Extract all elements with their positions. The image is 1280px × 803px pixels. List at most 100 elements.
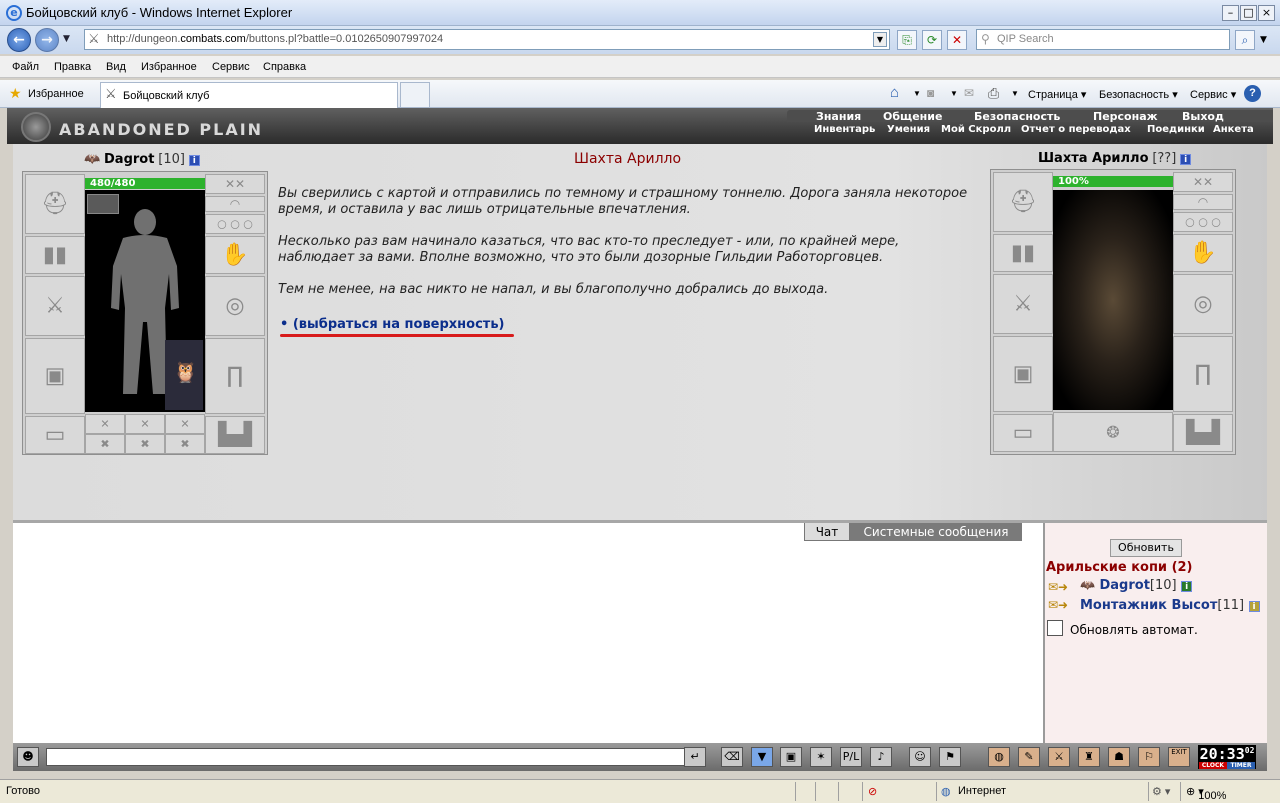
smiles-icon[interactable]: ☺ [909, 747, 931, 767]
slot-rune-3[interactable]: ✖ [165, 434, 205, 454]
menu-help[interactable]: Справка [263, 61, 306, 73]
help-icon[interactable]: ? [1244, 85, 1261, 102]
user-info-icon[interactable]: i [1248, 601, 1260, 612]
slot-boots[interactable]: ▙▟ [205, 416, 265, 454]
safety-menu[interactable]: Безопасность ▾ [1099, 88, 1178, 101]
slot-weapon[interactable]: ⚔ [25, 276, 85, 336]
slot-spell-2[interactable]: ✕ [125, 414, 165, 434]
tab-active[interactable]: ⚔ Бойцовский клуб [100, 82, 398, 108]
print-dropdown-icon[interactable]: ▼ [1011, 89, 1019, 98]
feeds-icon[interactable]: ◙ [927, 86, 934, 100]
minimize-button[interactable]: – [1222, 5, 1239, 21]
close-window-button[interactable]: × [1258, 5, 1275, 21]
character-icon[interactable]: ♜ [1078, 747, 1100, 767]
nav-transfer-report[interactable]: Отчет о переводах [1021, 124, 1131, 135]
location-info-icon[interactable]: i [1180, 154, 1192, 165]
slot-gloves[interactable]: ✋ [205, 236, 265, 274]
filter-icon[interactable]: ▼ [751, 747, 773, 767]
tools-menu[interactable]: Сервис ▾ [1190, 88, 1236, 101]
slot-bracers[interactable]: ▮▮ [25, 236, 85, 274]
exit-game-icon[interactable]: EXIT [1168, 747, 1190, 767]
address-bar[interactable]: ⚔ http://dungeon.combats.com/buttons.pl?… [84, 29, 890, 50]
search-icon[interactable]: ⌕ [1235, 30, 1255, 50]
player-avatar[interactable]: 🦉 [85, 190, 205, 412]
player-info-icon[interactable]: i [188, 155, 200, 166]
forward-button[interactable]: → [35, 28, 59, 52]
tab-system-messages[interactable]: Системные сообщения [850, 523, 1022, 541]
page-menu[interactable]: Страница ▾ [1028, 88, 1086, 101]
nav-battles[interactable]: Поединки [1147, 124, 1205, 135]
nav-skills[interactable]: Умения [887, 124, 930, 135]
nav-communication[interactable]: Общение [883, 110, 942, 123]
nav-inventory[interactable]: Инвентарь [814, 124, 875, 135]
home-dropdown-icon[interactable]: ▼ [913, 89, 921, 98]
chat-input[interactable] [46, 748, 692, 766]
nav-security[interactable]: Безопасность [974, 110, 1060, 123]
slot-spell-1[interactable]: ✕ [85, 414, 125, 434]
nav-my-scroll[interactable]: Мой Скролл [941, 124, 1011, 135]
refresh-button[interactable]: Обновить [1110, 539, 1182, 557]
clan-icon[interactable]: ⚑ [939, 747, 961, 767]
menu-edit[interactable]: Правка [54, 61, 91, 73]
slot-rune-1[interactable]: ✖ [85, 434, 125, 454]
tab-chat[interactable]: Чат [804, 523, 850, 541]
exit-to-surface-link[interactable]: • (выбраться на поверхность) [280, 317, 505, 332]
private-message-icon[interactable]: ✉➜ [1048, 580, 1068, 594]
bag-icon[interactable]: ◍ [988, 747, 1010, 767]
stop-icon[interactable]: ✕ [947, 30, 967, 50]
slot-spell-3[interactable]: ✕ [165, 414, 205, 434]
favorites-star-icon[interactable]: ★ [9, 85, 22, 102]
eraser-icon[interactable]: ⌫ [721, 747, 743, 767]
home-icon[interactable]: ⌂ [890, 84, 899, 101]
translit-icon[interactable]: P/L [840, 747, 862, 767]
maximize-button[interactable]: □ [1240, 5, 1257, 21]
search-box[interactable]: ⚲ QIP Search [976, 29, 1230, 50]
compat-view-icon[interactable]: ⎘ [897, 30, 917, 50]
sound-icon[interactable]: ♪ [870, 747, 892, 767]
private-message-icon[interactable]: ✉➜ [1048, 598, 1068, 612]
battle-icon[interactable]: ⚔ [1048, 747, 1070, 767]
slot-shield[interactable]: ◎ [205, 276, 265, 336]
chat-mode-icon[interactable]: ☻ [17, 747, 39, 767]
search-options-icon[interactable]: ▼ [1260, 35, 1267, 45]
scroll-icon[interactable]: ✎ [1018, 747, 1040, 767]
group-icon[interactable]: ☗ [1108, 747, 1130, 767]
menu-view[interactable]: Вид [106, 61, 126, 73]
slot-earrings[interactable]: ✕✕ [205, 174, 265, 194]
save-icon[interactable]: ▣ [780, 747, 802, 767]
slot-amulet[interactable]: ◠ [205, 196, 265, 212]
popup-blocker-icon[interactable]: ⊘ [868, 785, 877, 798]
menu-favorites[interactable]: Избранное [141, 61, 197, 73]
menu-file[interactable]: Файл [12, 61, 39, 73]
player-name[interactable]: Dagrot [104, 152, 154, 167]
slot-belt[interactable]: ▭ [25, 416, 85, 454]
slot-helmet[interactable]: ⛑ [25, 174, 85, 234]
pet-owl-icon[interactable]: 🦉 [165, 340, 203, 410]
new-tab-button[interactable] [400, 82, 430, 108]
menu-tools[interactable]: Сервис [212, 61, 250, 73]
mail-icon[interactable]: ✉ [964, 86, 974, 100]
emotes-icon[interactable]: ✶ [810, 747, 832, 767]
feeds-dropdown-icon[interactable]: ▼ [950, 89, 958, 98]
nav-profile[interactable]: Анкета [1213, 124, 1254, 135]
auto-refresh-checkbox[interactable] [1047, 620, 1063, 636]
slot-rune-2[interactable]: ✖ [125, 434, 165, 454]
favorites-button[interactable]: Избранное [28, 88, 84, 100]
user-info-icon[interactable]: i [1181, 581, 1193, 592]
user-name[interactable]: Монтажник Высот [1080, 598, 1217, 613]
slot-armor[interactable]: ▣ [25, 338, 85, 414]
refresh-icon[interactable]: ⟳ [922, 30, 942, 50]
timer-label[interactable]: TIMER [1227, 762, 1255, 769]
chat-log[interactable] [13, 523, 1043, 743]
slot-rings[interactable]: ○ ○ ○ [205, 214, 265, 234]
nav-knowledge[interactable]: Знания [816, 110, 861, 123]
nav-character[interactable]: Персонаж [1093, 110, 1158, 123]
clock-label[interactable]: CLOCK [1199, 762, 1227, 769]
print-icon[interactable]: ⎙ [988, 85, 999, 102]
user-name[interactable]: Dagrot [1099, 578, 1149, 593]
history-dropdown-icon[interactable]: ▼ [63, 34, 70, 44]
send-icon[interactable]: ↵ [684, 747, 706, 767]
flag-icon[interactable]: ⚐ [1138, 747, 1160, 767]
back-button[interactable]: ← [7, 28, 31, 52]
zoom-control[interactable]: ⊕ 100% ▾ [1186, 785, 1226, 802]
